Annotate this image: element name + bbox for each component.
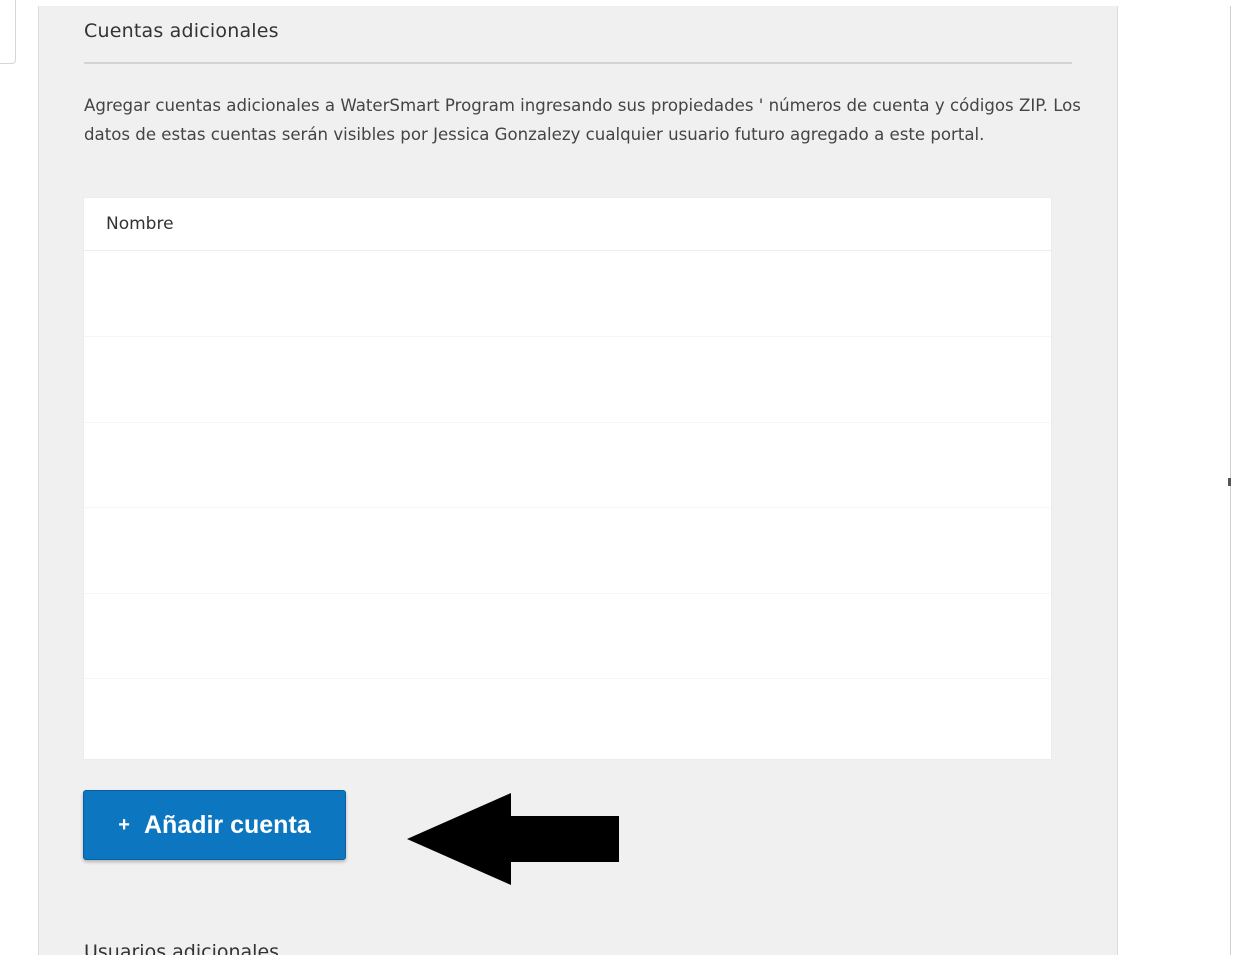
table-row — [84, 507, 1051, 508]
accounts-table: Nombre — [83, 197, 1052, 760]
section-divider — [84, 62, 1072, 64]
table-row — [84, 593, 1051, 594]
arrow-left-icon — [407, 793, 619, 885]
section-title-additional-users: Usuarios adicionales — [84, 941, 280, 955]
table-row — [84, 422, 1051, 423]
scroll-marker — [1228, 478, 1231, 486]
arrow-shape — [407, 793, 619, 885]
section-title-additional-accounts: Cuentas adicionales — [84, 20, 279, 42]
table-row — [84, 678, 1051, 679]
table-header: Nombre — [84, 198, 1051, 251]
table-row — [84, 336, 1051, 337]
add-account-button-label: Añadir cuenta — [143, 810, 311, 839]
plus-icon: + — [118, 814, 130, 836]
left-panel-edge[interactable] — [0, 0, 16, 64]
column-header-nombre: Nombre — [106, 214, 174, 234]
settings-panel: Cuentas adicionales Agregar cuentas adic… — [38, 6, 1118, 955]
section-description: Agregar cuentas adicionales a WaterSmart… — [84, 96, 1081, 144]
page: Cuentas adicionales Agregar cuentas adic… — [0, 0, 1233, 955]
add-account-button[interactable]: + Añadir cuenta — [83, 790, 346, 860]
